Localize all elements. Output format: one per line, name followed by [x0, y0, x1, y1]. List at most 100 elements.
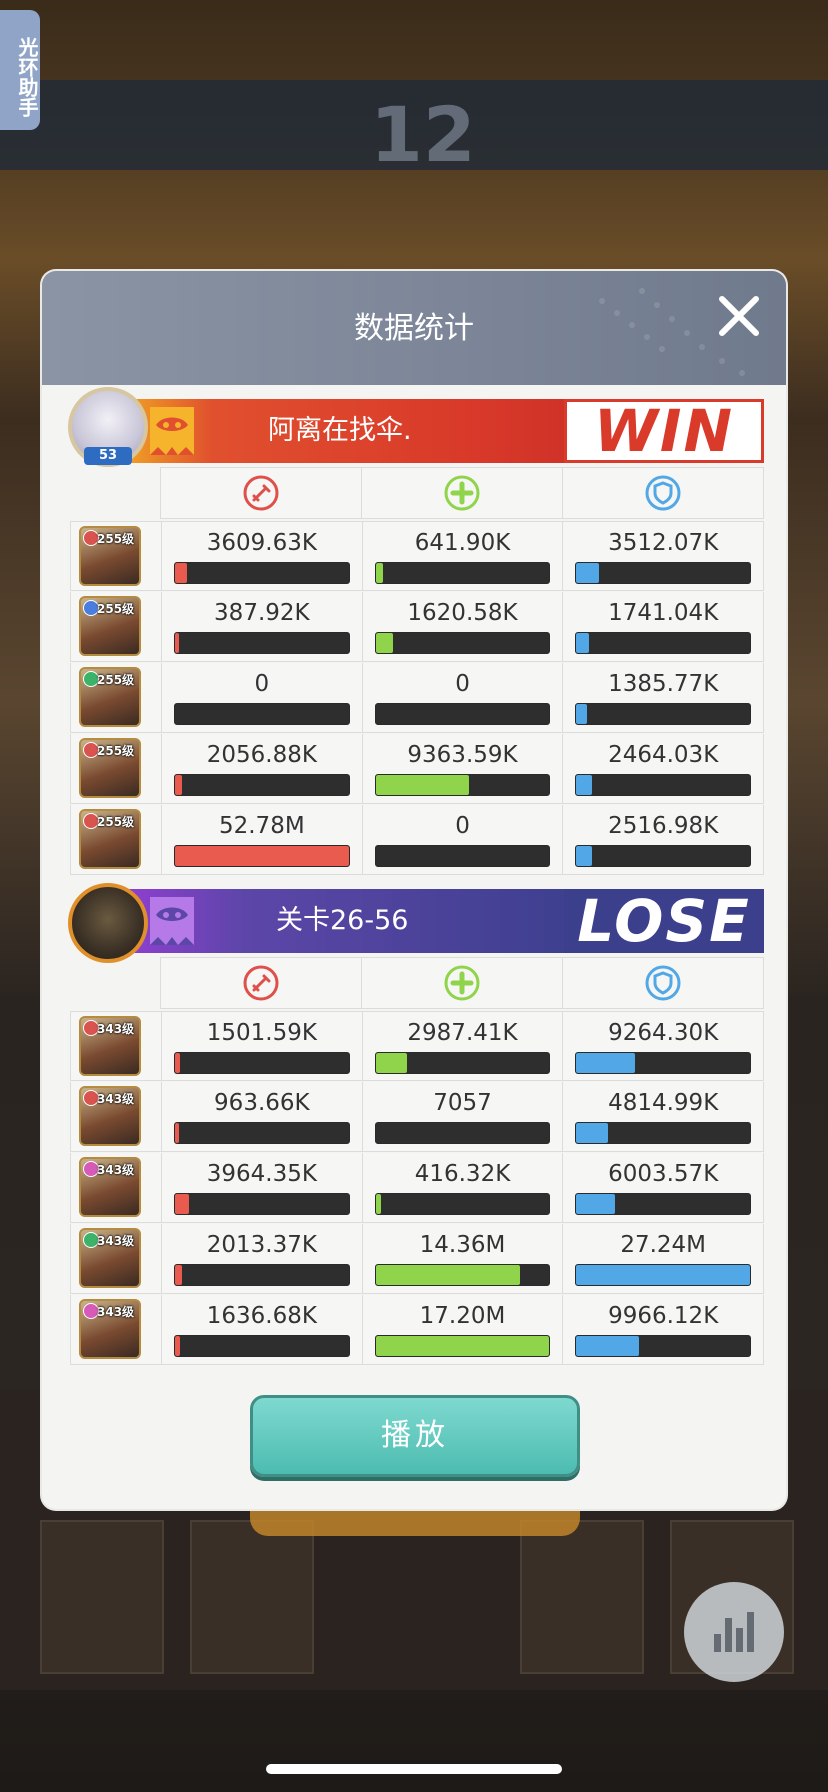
- stats-button[interactable]: [684, 1582, 784, 1682]
- defense-stat-cell: 1385.77K: [562, 663, 765, 733]
- team-name: 阿离在找伞.: [268, 415, 412, 446]
- hero-cell: 343级: [70, 1011, 161, 1081]
- defense-value: 27.24M: [620, 1232, 707, 1258]
- defense-bar: [575, 703, 752, 725]
- damage-bar-fill: [175, 1123, 180, 1143]
- damage-bar: [174, 1122, 350, 1144]
- helper-tab[interactable]: 光环助手: [0, 10, 40, 130]
- defense-value: 1741.04K: [608, 600, 719, 626]
- defense-stat-cell: 3512.07K: [562, 521, 765, 591]
- close-icon[interactable]: [716, 293, 762, 339]
- stat-header-row: [160, 467, 764, 519]
- hero-portrait[interactable]: 343级: [79, 1016, 141, 1076]
- heal-value: 0: [455, 813, 470, 839]
- hero-row: 255级 0 0 1385.77K: [70, 663, 765, 733]
- defense-stat-cell: 6003.57K: [562, 1153, 765, 1223]
- hero-portrait[interactable]: 343级: [79, 1299, 141, 1359]
- damage-bar-fill: [175, 846, 349, 866]
- heal-value: 7057: [433, 1090, 492, 1116]
- hero-level: 255级: [97, 744, 135, 758]
- plus-icon: [444, 965, 480, 1001]
- hero-row: 343级 1501.59K 2987.41K 9264.30K: [70, 1011, 765, 1081]
- hero-cell: 343级: [70, 1153, 161, 1223]
- hero-row: 343级 2013.37K 14.36M 27.24M: [70, 1224, 765, 1294]
- defense-bar-fill: [576, 1336, 639, 1356]
- defense-bar-fill: [576, 1194, 615, 1214]
- home-indicator[interactable]: [266, 1764, 562, 1774]
- damage-bar: [174, 845, 350, 867]
- defense-bar: [575, 1052, 752, 1074]
- hero-portrait[interactable]: 343级: [79, 1086, 141, 1146]
- enemy-avatar[interactable]: [68, 883, 148, 963]
- damage-value: 963.66K: [214, 1090, 310, 1116]
- damage-stat-cell: 1501.59K: [161, 1011, 362, 1081]
- heal-stat-cell: 7057: [361, 1082, 563, 1152]
- heal-stat-cell: 1620.58K: [361, 592, 563, 662]
- hero-level: 255级: [97, 815, 135, 829]
- heal-stat-cell: 641.90K: [361, 521, 563, 591]
- sword-icon: [243, 965, 279, 1001]
- heal-stat-cell: 0: [361, 663, 563, 733]
- hero-portrait[interactable]: 255级: [79, 809, 141, 869]
- defense-bar-fill: [576, 563, 599, 583]
- defense-stat-cell: 4814.99K: [562, 1082, 765, 1152]
- defense-bar-fill: [576, 1123, 608, 1143]
- damage-stat-cell: 3964.35K: [161, 1153, 362, 1223]
- play-button[interactable]: 播放: [250, 1395, 580, 1477]
- shield-icon: [645, 965, 681, 1001]
- heal-bar-fill: [375, 1053, 407, 1073]
- hero-portrait[interactable]: 255级: [79, 526, 141, 586]
- player-avatar[interactable]: 53: [68, 387, 148, 467]
- damage-bar: [174, 562, 350, 584]
- damage-bar: [174, 632, 350, 654]
- player-level: 53: [84, 447, 132, 465]
- dialog-header: 数据统计: [42, 271, 786, 385]
- damage-bar: [174, 1193, 350, 1215]
- damage-value: 52.78M: [218, 813, 305, 839]
- hero-level: 343级: [97, 1305, 135, 1319]
- heal-value: 9363.59K: [407, 742, 518, 768]
- defense-bar: [575, 845, 752, 867]
- hero-level: 343级: [97, 1022, 135, 1036]
- result-badge: WIN: [564, 399, 764, 463]
- heal-stat-cell: 0: [361, 805, 563, 875]
- damage-value: 1636.68K: [206, 1303, 317, 1329]
- heal-bar: [374, 1052, 551, 1074]
- hero-level: 343级: [97, 1163, 135, 1177]
- hero-cell: 343级: [70, 1082, 161, 1152]
- heal-stat-cell: 2987.41K: [361, 1011, 563, 1081]
- heal-bar: [374, 845, 551, 867]
- damage-value: 0: [254, 671, 270, 697]
- heal-stat-cell: 17.20M: [361, 1295, 563, 1365]
- hero-portrait[interactable]: 255级: [79, 596, 141, 656]
- defense-bar-fill: [576, 846, 592, 866]
- damage-value: 1501.59K: [206, 1020, 317, 1046]
- hero-cell: 343级: [70, 1224, 161, 1294]
- hero-portrait[interactable]: 343级: [79, 1157, 141, 1217]
- hero-row: 343级 1636.68K 17.20M 9966.12K: [70, 1295, 765, 1365]
- team-name: 关卡26-56: [276, 905, 409, 936]
- hero-row: 255级 52.78M 0 2516.98K: [70, 805, 765, 875]
- defense-bar-fill: [576, 775, 592, 795]
- heal-value: 416.32K: [414, 1161, 511, 1187]
- defense-value: 9264.30K: [608, 1020, 719, 1046]
- stat-header-row: [160, 957, 764, 1009]
- heal-bar: [374, 774, 551, 796]
- damage-stat-cell: 963.66K: [161, 1082, 362, 1152]
- damage-bar-fill: [175, 633, 180, 653]
- hero-portrait[interactable]: 255级: [79, 738, 141, 798]
- damage-value: 3609.63K: [206, 530, 317, 556]
- hero-portrait[interactable]: 343级: [79, 1228, 141, 1288]
- hero-level: 255级: [97, 602, 135, 616]
- damage-bar-fill: [175, 1194, 189, 1214]
- heal-bar: [374, 1335, 551, 1357]
- hero-row: 343级 3964.35K 416.32K 6003.57K: [70, 1153, 765, 1223]
- team-banner: 阿离在找伞.: [126, 399, 606, 463]
- damage-stat-cell: 2056.88K: [161, 734, 362, 804]
- hero-portrait[interactable]: 255级: [79, 667, 141, 727]
- defense-value: 4814.99K: [608, 1090, 719, 1116]
- defense-bar: [575, 1264, 752, 1286]
- heal-value: 1620.58K: [407, 600, 518, 626]
- heal-value: 0: [455, 671, 470, 697]
- plus-icon: [444, 475, 480, 511]
